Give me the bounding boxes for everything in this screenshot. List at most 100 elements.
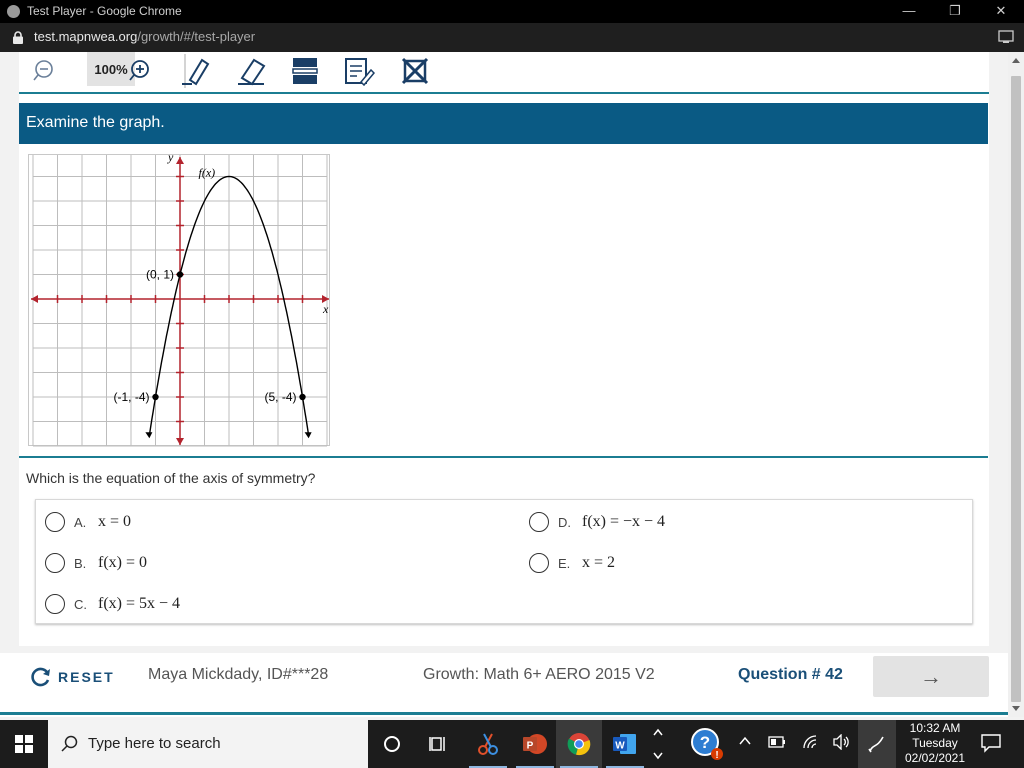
answer-eliminator-icon bbox=[401, 57, 429, 85]
snip-icon bbox=[478, 733, 498, 755]
chrome-app-button[interactable] bbox=[556, 720, 602, 768]
cortana-icon bbox=[384, 736, 400, 752]
show-hidden-icons-icon[interactable] bbox=[738, 734, 752, 748]
radio-button[interactable] bbox=[529, 512, 549, 532]
task-view-icon bbox=[429, 737, 445, 751]
scroll-thumb[interactable] bbox=[1011, 76, 1021, 702]
taskbar-scroll[interactable] bbox=[648, 720, 668, 768]
url-text[interactable]: test.mapnwea.org/growth/#/test-player bbox=[34, 29, 255, 44]
chevron-updown-icon bbox=[653, 728, 663, 760]
radio-button[interactable] bbox=[45, 512, 65, 532]
toolbar-rule bbox=[19, 92, 989, 94]
highlighter-icon bbox=[182, 58, 210, 86]
next-button[interactable]: → bbox=[873, 656, 989, 697]
parabola-graph: y x f(x) (0, 1) (-1, -4) (5, -4) bbox=[31, 155, 329, 447]
next-arrow-icon: → bbox=[920, 663, 942, 689]
radio-button[interactable] bbox=[45, 553, 65, 573]
snip-app-button[interactable] bbox=[465, 720, 511, 768]
point-label: (5, -4) bbox=[264, 390, 296, 404]
chrome-app-icon bbox=[7, 5, 20, 18]
search-placeholder: Type here to search bbox=[88, 735, 221, 752]
svg-text:W: W bbox=[615, 741, 625, 752]
option-equation: x = 2 bbox=[582, 554, 616, 571]
help-icon: ? ! bbox=[691, 728, 723, 761]
zoom-in-icon bbox=[129, 60, 149, 81]
question-text: Which is the equation of the axis of sym… bbox=[26, 470, 316, 486]
address-bar[interactable]: test.mapnwea.org/growth/#/test-player bbox=[0, 23, 1024, 52]
option-a[interactable]: A. x = 0 bbox=[45, 507, 131, 537]
restore-button[interactable]: ❐ bbox=[940, 1, 970, 21]
curve-arrow-left bbox=[145, 432, 153, 439]
graph-point bbox=[176, 271, 184, 278]
option-equation: f(x) = 5x − 4 bbox=[98, 595, 181, 612]
notifications-icon[interactable] bbox=[980, 733, 1002, 753]
screen: Test Player - Google Chrome — ❐ ✕ test.m… bbox=[0, 0, 1024, 768]
clock-time: 10:32 AM bbox=[909, 721, 961, 735]
help-app-button[interactable]: ? ! bbox=[684, 720, 730, 768]
notepad-icon bbox=[345, 58, 375, 86]
option-letter: B. bbox=[74, 555, 87, 571]
clock-date: 02/02/2021 bbox=[904, 751, 966, 765]
option-letter: D. bbox=[558, 514, 571, 530]
test-toolbar: 100% bbox=[19, 52, 989, 92]
radio-button[interactable] bbox=[45, 594, 65, 614]
graph-panel: y x f(x) (0, 1) (-1, -4) (5, -4) bbox=[28, 154, 330, 447]
wifi-icon[interactable] bbox=[802, 734, 820, 750]
minimize-button[interactable]: — bbox=[894, 1, 924, 21]
pen-workspace-button[interactable] bbox=[858, 720, 896, 768]
svg-text:P: P bbox=[527, 741, 534, 752]
student-name: Maya Mickdady, ID#***28 bbox=[148, 666, 329, 683]
task-view-button[interactable] bbox=[416, 720, 462, 768]
window-titlebar: Test Player - Google Chrome — ❐ ✕ bbox=[0, 0, 1024, 23]
answer-eliminator-button[interactable] bbox=[397, 54, 433, 88]
eraser-icon bbox=[238, 58, 266, 86]
option-letter: C. bbox=[74, 596, 87, 612]
url-path: /growth/#/test-player bbox=[137, 29, 256, 44]
scroll-up-icon[interactable] bbox=[1012, 58, 1020, 63]
zoom-in-button[interactable] bbox=[125, 54, 155, 88]
svg-text:?: ? bbox=[700, 733, 710, 752]
windows-logo-icon bbox=[15, 735, 33, 753]
highlighter-button[interactable] bbox=[179, 54, 215, 88]
test-footer bbox=[0, 653, 1008, 717]
option-b[interactable]: B. f(x) = 0 bbox=[45, 548, 147, 578]
close-window-button[interactable]: ✕ bbox=[986, 1, 1016, 21]
graph-point bbox=[299, 393, 306, 401]
page-scrollbar[interactable] bbox=[1008, 52, 1024, 717]
scroll-down-icon[interactable] bbox=[1012, 706, 1020, 711]
volume-icon[interactable] bbox=[832, 734, 850, 750]
taskbar-search[interactable]: Type here to search bbox=[48, 720, 368, 768]
zoom-out-icon bbox=[33, 60, 53, 81]
cast-icon[interactable] bbox=[998, 30, 1014, 44]
clock-day: Tuesday bbox=[912, 736, 958, 750]
option-d[interactable]: D. f(x) = −x − 4 bbox=[529, 507, 665, 537]
notepad-button[interactable] bbox=[341, 54, 377, 88]
curve-label: f(x) bbox=[199, 166, 216, 180]
zoom-out-button[interactable] bbox=[29, 54, 59, 88]
reset-label: RESET bbox=[58, 669, 115, 685]
option-e[interactable]: E. x = 2 bbox=[529, 548, 615, 578]
line-reader-button[interactable] bbox=[287, 54, 323, 88]
question-number: Question # 42 bbox=[738, 666, 843, 683]
option-equation: x = 0 bbox=[98, 513, 132, 530]
word-app-button[interactable]: W bbox=[602, 720, 648, 768]
taskbar-clock[interactable]: 10:32 AM Tuesday 02/02/2021 bbox=[900, 720, 970, 768]
option-c[interactable]: C. f(x) = 5x − 4 bbox=[45, 589, 180, 619]
eraser-button[interactable] bbox=[233, 54, 269, 88]
test-name: Growth: Math 6+ AERO 2015 V2 bbox=[423, 666, 655, 683]
item-prompt: Examine the graph. bbox=[19, 103, 988, 144]
chrome-icon bbox=[567, 733, 591, 756]
window-title: Test Player - Google Chrome bbox=[27, 4, 182, 18]
cortana-button[interactable] bbox=[369, 720, 415, 768]
battery-icon[interactable] bbox=[768, 736, 786, 748]
windows-taskbar: Type here to search P W ? ! 10:32 AM Tue… bbox=[0, 720, 1024, 768]
option-letter: A. bbox=[74, 514, 87, 530]
curve-arrow-right bbox=[304, 432, 312, 439]
x-axis-arrow-left bbox=[31, 295, 38, 303]
radio-button[interactable] bbox=[529, 553, 549, 573]
option-letter: E. bbox=[558, 555, 571, 571]
start-button[interactable] bbox=[0, 720, 48, 768]
reset-button[interactable]: RESET bbox=[30, 664, 115, 690]
test-page: 100% Examine the graph. y x f(x) (0, 1) … bbox=[0, 52, 1008, 717]
powerpoint-app-button[interactable]: P bbox=[512, 720, 558, 768]
